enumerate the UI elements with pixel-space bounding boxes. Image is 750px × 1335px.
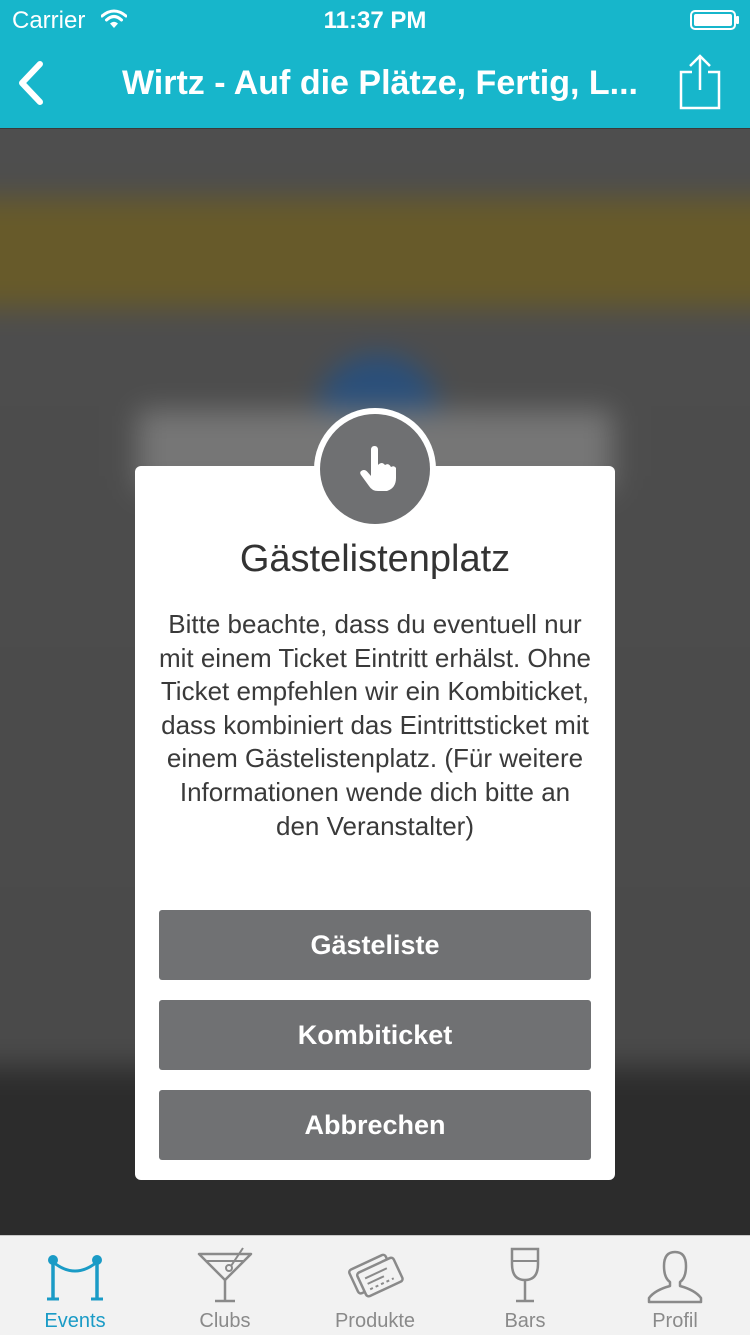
wine-glass-icon xyxy=(510,1247,540,1303)
tickets-icon xyxy=(348,1253,404,1298)
tab-label: Events xyxy=(44,1310,106,1332)
tab-clubs[interactable]: Clubs xyxy=(150,1236,300,1335)
tab-label: Clubs xyxy=(199,1310,251,1332)
rope-barrier-icon xyxy=(47,1255,103,1301)
cocktail-glass-icon xyxy=(197,1247,253,1303)
dialog-title: Gästelistenplatz xyxy=(239,538,511,580)
combi-ticket-button[interactable]: Kombiticket xyxy=(159,1000,591,1070)
battery-icon xyxy=(690,10,739,30)
tab-bar: Events Clubs Produkte Bars Profil xyxy=(0,1235,750,1335)
navigation-bar: Wirtz - Auf die Plätze, Fertig, L... xyxy=(0,40,750,128)
tab-events[interactable]: Events xyxy=(0,1236,150,1335)
clock: 11:37 PM xyxy=(323,7,427,34)
guestlist-dialog: Gästelistenplatz Bitte beachte, dass du … xyxy=(135,466,615,1180)
tab-label: Profil xyxy=(652,1310,698,1332)
share-icon xyxy=(679,54,721,110)
status-bar: Carrier 11:37 PM xyxy=(0,0,750,40)
tab-label: Bars xyxy=(504,1310,546,1332)
chevron-left-icon xyxy=(19,61,43,105)
app-header: Carrier 11:37 PM Wirtz - Auf die Plätze,… xyxy=(0,0,750,128)
back-button[interactable] xyxy=(10,58,54,108)
tab-produkte[interactable]: Produkte xyxy=(300,1236,450,1335)
dialog-message: Bitte beachte, dass du eventuell nur mit… xyxy=(158,609,592,841)
tab-label: Produkte xyxy=(334,1310,416,1332)
share-button[interactable] xyxy=(676,54,724,110)
guestlist-button[interactable]: Gästeliste xyxy=(159,910,591,980)
cancel-button[interactable]: Abbrechen xyxy=(159,1090,591,1160)
tab-bars[interactable]: Bars xyxy=(450,1236,600,1335)
person-icon xyxy=(647,1250,703,1304)
hand-pointer-icon xyxy=(360,446,396,491)
tab-profil[interactable]: Profil xyxy=(600,1236,750,1335)
page-title: Wirtz - Auf die Plätze, Fertig, L... xyxy=(121,64,638,102)
